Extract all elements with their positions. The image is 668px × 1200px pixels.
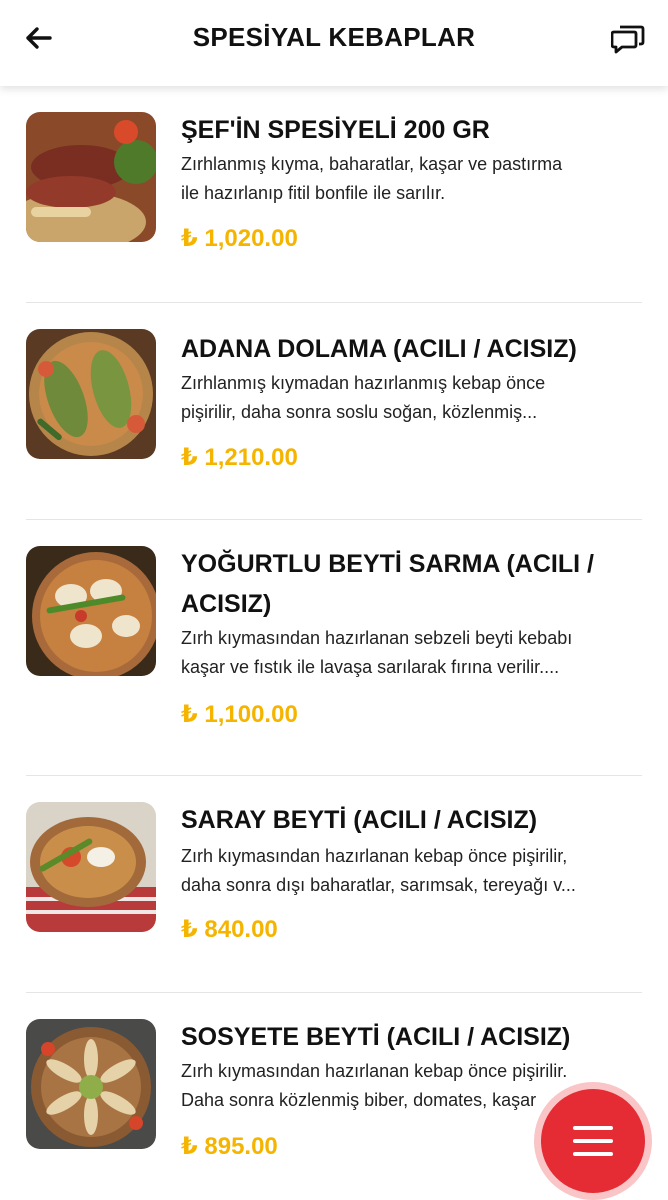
item-description-line: pişirilir, daha sonra soslu soğan, közle…	[181, 402, 538, 422]
list-item[interactable]: ADANA DOLAMA (ACILI / ACISIZ) Zırhlanmış…	[26, 329, 642, 519]
item-price: ₺ 895.00	[181, 1133, 278, 1160]
item-description-line: Zırh kıymasından hazırlanan kebap önce p…	[181, 846, 568, 866]
menu-fab-inner[interactable]	[541, 1089, 645, 1193]
item-description-line: Zırhlanmış kıyma, baharatlar, kaşar ve p…	[181, 154, 563, 174]
app-header: SPESİYAL KEBAPLAR	[0, 0, 668, 86]
menu-fab-button[interactable]	[534, 1082, 652, 1200]
food-image	[26, 112, 156, 242]
item-description-line: Zırh kıymasından hazırlanan kebap önce p…	[181, 1061, 568, 1081]
menu-icon	[573, 1126, 613, 1156]
food-image	[26, 802, 156, 932]
list-item[interactable]: ŞEF'İN SPESİYELİ 200 GR Zırhlanmış kıyma…	[26, 112, 642, 302]
divider	[26, 519, 642, 520]
divider	[26, 992, 642, 993]
item-price: ₺ 840.00	[181, 916, 278, 943]
item-description-line: ile hazırlanıp fitil bonfile ile sarılır…	[181, 183, 446, 203]
item-price: ₺ 1,020.00	[181, 225, 298, 252]
item-description: Zırhlanmış kıyma, baharatlar, kaşar ve p…	[181, 150, 611, 208]
item-price: ₺ 1,100.00	[181, 701, 298, 728]
divider	[26, 775, 642, 776]
item-name: SARAY BEYTİ (ACILI / ACISIZ)	[181, 806, 538, 834]
item-name: ADANA DOLAMA (ACILI / ACISIZ)	[181, 335, 577, 363]
list-item[interactable]: YOĞURTLU BEYTİ SARMA (ACILI / ACISIZ) Zı…	[26, 546, 642, 776]
chat-button[interactable]	[608, 18, 648, 58]
item-description: Zırh kıymasından hazırlanan kebap önce p…	[181, 842, 611, 900]
item-description: Zırh kıymasından hazırlanan sebzeli beyt…	[181, 624, 611, 682]
item-description-line: daha sonra dışı baharatlar, sarımsak, te…	[181, 875, 576, 895]
item-name: SOSYETE BEYTİ (ACILI / ACISIZ)	[181, 1023, 571, 1051]
food-image	[26, 1019, 156, 1149]
food-image	[26, 329, 156, 459]
item-name-line: YOĞURTLU BEYTİ SARMA (ACILI /	[181, 550, 594, 578]
item-description-line: kaşar ve fıstık ile lavaşa sarılarak fır…	[181, 657, 560, 677]
page-title: SPESİYAL KEBAPLAR	[192, 22, 476, 52]
item-description: Zırhlanmış kıymadan hazırlanmış kebap ön…	[181, 369, 611, 427]
item-description-line: Zırhlanmış kıymadan hazırlanmış kebap ön…	[181, 373, 546, 393]
item-name: ŞEF'İN SPESİYELİ 200 GR	[181, 116, 490, 144]
menu-list[interactable]: ŞEF'İN SPESİYELİ 200 GR Zırhlanmış kıyma…	[0, 86, 668, 1200]
item-price: ₺ 1,210.00	[181, 444, 298, 471]
item-name-line: ACISIZ)	[181, 590, 272, 618]
divider	[26, 302, 642, 303]
chat-bubbles-icon	[611, 25, 645, 54]
food-image	[26, 546, 156, 676]
item-name: YOĞURTLU BEYTİ SARMA (ACILI / ACISIZ)	[181, 544, 621, 624]
list-item[interactable]: SARAY BEYTİ (ACILI / ACISIZ) Zırh kıymas…	[26, 802, 642, 992]
item-description-line: Zırh kıymasından hazırlanan sebzeli beyt…	[181, 628, 573, 648]
